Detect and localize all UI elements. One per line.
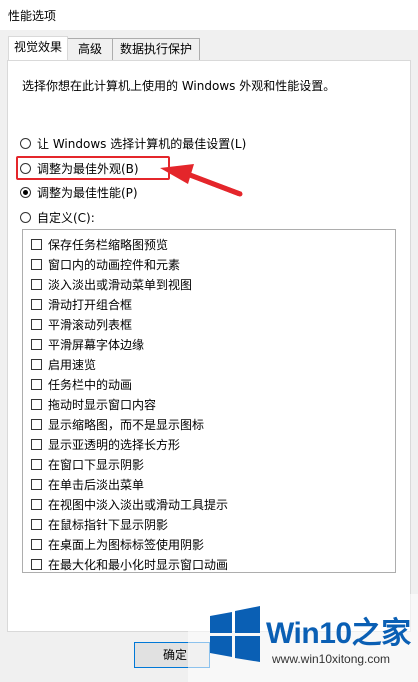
list-item[interactable]: 保存任务栏缩略图预览 — [31, 236, 168, 252]
list-item-label: 在单击后淡出菜单 — [48, 477, 145, 492]
checkbox[interactable] — [31, 378, 42, 390]
list-item-label: 在鼠标指针下显示阴影 — [48, 517, 169, 532]
checkbox[interactable] — [31, 458, 42, 470]
list-item[interactable]: 平滑屏幕字体边缘 — [31, 336, 144, 352]
list-item-label: 保存任务栏缩略图预览 — [48, 237, 169, 252]
window-title: 性能选项 — [8, 9, 57, 23]
list-item-label: 在最大化和最小化时显示窗口动画 — [48, 557, 229, 572]
windows-logo-icon — [210, 606, 260, 662]
list-item[interactable]: 滑动打开组合框 — [31, 296, 132, 312]
watermark-url: www.win10xitong.com — [272, 652, 391, 666]
watermark: Win10之家 www.win10xitong.com — [188, 594, 418, 682]
list-item-label: 显示缩略图，而不是显示图标 — [48, 417, 205, 432]
effects-list[interactable]: 保存任务栏缩略图预览 窗口内的动画控件和元素 淡入淡出或滑动菜单到视图 滑动打开… — [22, 229, 396, 573]
checkbox[interactable] — [31, 478, 42, 490]
tab-data-execution-prevention[interactable]: 数据执行保护 — [112, 38, 200, 60]
list-item[interactable]: 显示缩略图，而不是显示图标 — [31, 416, 204, 432]
checkbox[interactable] — [31, 298, 42, 310]
list-item-label: 启用速览 — [48, 357, 97, 372]
list-item-label: 在视图中淡入淡出或滑动工具提示 — [48, 497, 229, 512]
list-item[interactable]: 任务栏中的动画 — [31, 376, 132, 392]
checkbox[interactable] — [31, 258, 42, 270]
list-item[interactable]: 拖动时显示窗口内容 — [31, 396, 156, 412]
list-item-label: 显示亚透明的选择长方形 — [48, 437, 181, 452]
list-item[interactable]: 淡入淡出或滑动菜单到视图 — [31, 276, 192, 292]
checkbox[interactable] — [31, 238, 42, 250]
checkbox[interactable] — [31, 438, 42, 450]
list-item[interactable]: 在窗口下显示阴影 — [31, 456, 144, 472]
list-item-label: 窗口内的动画控件和元素 — [48, 257, 181, 272]
checkbox[interactable] — [31, 318, 42, 330]
list-item-label: 在窗口下显示阴影 — [48, 457, 145, 472]
radio-let-windows-choose[interactable]: 让 Windows 选择计算机的最佳设置(L) — [20, 135, 246, 151]
list-item[interactable]: 在最大化和最小化时显示窗口动画 — [31, 556, 228, 572]
radio-custom[interactable]: 自定义(C): — [20, 209, 95, 225]
radio-label: 调整为最佳性能(P) — [37, 185, 138, 200]
list-item[interactable]: 显示亚透明的选择长方形 — [31, 436, 180, 452]
radio-best-performance[interactable]: 调整为最佳性能(P) — [20, 184, 138, 200]
tab-advanced[interactable]: 高级 — [66, 38, 114, 60]
list-item[interactable]: 平滑滚动列表框 — [31, 316, 132, 332]
checkbox[interactable] — [31, 358, 42, 370]
watermark-brand: Win10之家 — [266, 617, 411, 650]
list-item[interactable]: 窗口内的动画控件和元素 — [31, 256, 180, 272]
description-text: 选择你想在此计算机上使用的 Windows 外观和性能设置。 — [22, 79, 336, 93]
list-item-label: 淡入淡出或滑动菜单到视图 — [48, 277, 193, 292]
radio-button[interactable] — [20, 137, 31, 149]
list-item-label: 平滑滚动列表框 — [48, 317, 133, 332]
checkbox[interactable] — [31, 338, 42, 350]
list-item[interactable]: 在视图中淡入淡出或滑动工具提示 — [31, 496, 228, 512]
checkbox[interactable] — [31, 418, 42, 430]
checkbox[interactable] — [31, 558, 42, 570]
visual-effects-panel: 选择你想在此计算机上使用的 Windows 外观和性能设置。 让 Windows… — [7, 60, 411, 632]
list-item-label: 拖动时显示窗口内容 — [48, 397, 157, 412]
list-item[interactable]: 启用速览 — [31, 356, 96, 372]
highlight-box — [16, 156, 170, 180]
checkbox[interactable] — [31, 538, 42, 550]
list-item[interactable]: 在单击后淡出菜单 — [31, 476, 144, 492]
list-item[interactable]: 在桌面上为图标标签使用阴影 — [31, 536, 204, 552]
list-item-label: 在桌面上为图标标签使用阴影 — [48, 537, 205, 552]
list-item[interactable]: 在鼠标指针下显示阴影 — [31, 516, 168, 532]
radio-button[interactable] — [20, 211, 31, 223]
tab-visual-effects[interactable]: 视觉效果 — [8, 36, 68, 60]
checkbox[interactable] — [31, 518, 42, 530]
title-bar: 性能选项 — [0, 0, 418, 30]
list-item-label: 任务栏中的动画 — [48, 377, 133, 392]
checkbox[interactable] — [31, 398, 42, 410]
checkbox[interactable] — [31, 498, 42, 510]
radio-label: 自定义(C): — [37, 210, 95, 225]
list-item-label: 平滑屏幕字体边缘 — [48, 337, 145, 352]
radio-button-checked[interactable] — [20, 186, 31, 198]
checkbox[interactable] — [31, 278, 42, 290]
list-item-label: 滑动打开组合框 — [48, 297, 133, 312]
radio-label: 让 Windows 选择计算机的最佳设置(L) — [37, 136, 247, 151]
